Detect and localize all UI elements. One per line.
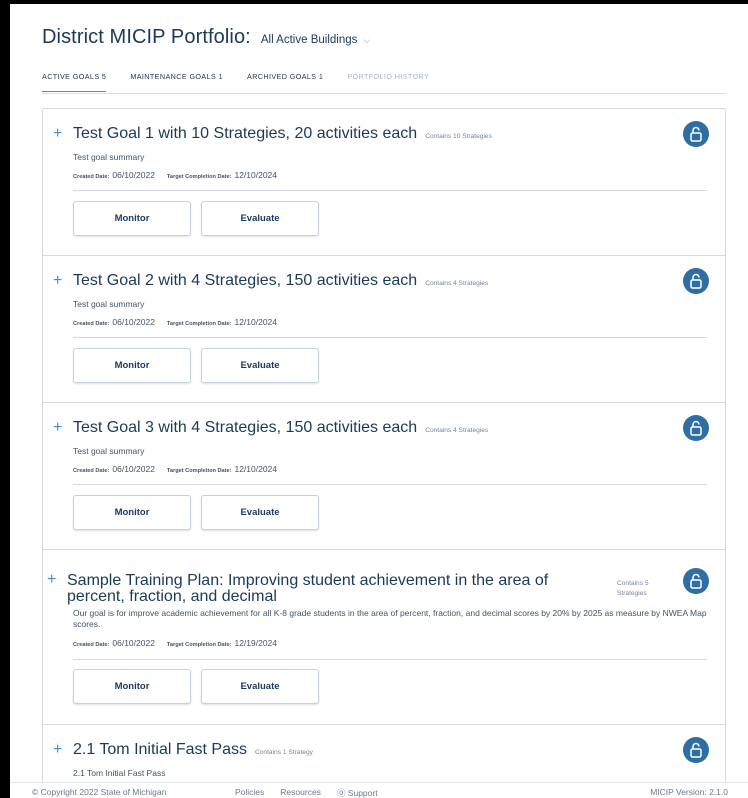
created-date-label: Created Date: bbox=[73, 174, 110, 180]
footer-links: Policies Resources ⓪ Support bbox=[235, 787, 394, 798]
goal-summary: Test goal summary bbox=[73, 446, 145, 456]
monitor-button[interactable]: Monitor bbox=[73, 669, 191, 704]
tab-divider bbox=[42, 93, 726, 94]
expand-plus-icon[interactable]: + bbox=[53, 273, 62, 289]
goal-card: + Test Goal 2 with 4 Strategies, 150 act… bbox=[43, 256, 725, 403]
unlock-icon[interactable] bbox=[683, 268, 709, 294]
tab-active-goals[interactable]: ACTIVE GOALS 5 bbox=[42, 72, 107, 92]
portfolio-page: District MICIP Portfolio: All Active Bui… bbox=[10, 4, 748, 798]
goal-summary: 2.1 Tom Initial Fast Pass bbox=[73, 768, 166, 778]
target-date-label: Target Completion Date: bbox=[166, 174, 232, 180]
goal-title[interactable]: Test Goal 3 with 4 Strategies, 150 activ… bbox=[73, 419, 488, 437]
evaluate-button[interactable]: Evaluate bbox=[201, 495, 319, 530]
evaluate-button[interactable]: Evaluate bbox=[201, 201, 319, 236]
goal-summary: Our goal is for improve academic achieve… bbox=[73, 608, 707, 629]
goal-dates: Created Date: 06/10/2022 Target Completi… bbox=[73, 317, 277, 327]
evaluate-button[interactable]: Evaluate bbox=[201, 348, 319, 383]
strategy-count: Contains 4 Strategies bbox=[425, 427, 489, 434]
target-date-label: Target Completion Date: bbox=[166, 642, 232, 648]
resources-link[interactable]: Resources bbox=[280, 787, 321, 798]
target-date-label: Target Completion Date: bbox=[166, 468, 232, 474]
target-date-value: 12/19/2024 bbox=[234, 638, 278, 648]
chevron-down-icon: ⌵ bbox=[363, 34, 371, 45]
created-date-value: 06/10/2022 bbox=[112, 170, 155, 180]
support-link[interactable]: ⓪ Support bbox=[337, 787, 378, 798]
monitor-button[interactable]: Monitor bbox=[73, 201, 191, 236]
goal-card: + Test Goal 1 with 10 Strategies, 20 act… bbox=[43, 109, 725, 256]
goal-title[interactable]: Test Goal 2 with 4 Strategies, 150 activ… bbox=[73, 272, 488, 290]
created-date-value: 06/10/2022 bbox=[112, 638, 155, 648]
unlock-icon[interactable] bbox=[683, 568, 709, 594]
tab-maintenance-goals[interactable]: MAINTENANCE GOALS 1 bbox=[130, 72, 223, 92]
expand-plus-icon[interactable]: + bbox=[53, 420, 62, 436]
goal-title-text: Test Goal 1 with 10 Strategies, 20 activ… bbox=[73, 125, 418, 142]
card-divider bbox=[73, 484, 707, 485]
strategy-count: Contains 1 Strategy bbox=[255, 749, 313, 756]
goal-dates: Created Date: 06/10/2022 Target Completi… bbox=[73, 638, 277, 648]
card-divider bbox=[73, 659, 707, 660]
building-select[interactable]: All Active Buildings ⌵ bbox=[261, 34, 370, 46]
created-date-label: Created Date: bbox=[73, 642, 110, 648]
goal-title-text: 2.1 Tom Initial Fast Pass bbox=[73, 741, 247, 758]
expand-plus-icon[interactable]: + bbox=[53, 742, 62, 758]
evaluate-button[interactable]: Evaluate bbox=[201, 669, 319, 704]
goal-card: + Sample Training Plan: Improving studen… bbox=[43, 550, 725, 725]
goal-title-text: Test Goal 2 with 4 Strategies, 150 activ… bbox=[73, 272, 418, 289]
goal-title[interactable]: Sample Training Plan: Improving student … bbox=[67, 573, 607, 605]
card-divider bbox=[73, 190, 707, 191]
target-date-label: Target Completion Date: bbox=[166, 321, 232, 327]
goal-dates: Created Date: 06/10/2022 Target Completi… bbox=[73, 464, 277, 474]
goal-card: + 2.1 Tom Initial Fast Pass Contains 1 St… bbox=[43, 725, 725, 785]
page-title: District MICIP Portfolio: bbox=[42, 26, 251, 48]
app-frame: District MICIP Portfolio: All Active Bui… bbox=[10, 4, 748, 798]
building-select-value: All Active Buildings bbox=[260, 34, 358, 46]
created-date-label: Created Date: bbox=[73, 468, 110, 474]
target-date-value: 12/10/2024 bbox=[234, 317, 278, 327]
goal-summary: Test goal summary bbox=[73, 152, 145, 162]
expand-plus-icon[interactable]: + bbox=[53, 126, 62, 142]
goal-dates: Created Date: 06/10/2022 Target Completi… bbox=[73, 170, 277, 180]
unlock-icon[interactable] bbox=[683, 121, 709, 147]
created-date-value: 06/10/2022 bbox=[112, 464, 155, 474]
strategy-count: Contains 10 Strategies bbox=[425, 133, 492, 140]
monitor-button[interactable]: Monitor bbox=[73, 348, 191, 383]
strategy-count: Contains 4 Strategies bbox=[425, 280, 489, 287]
created-date-value: 06/10/2022 bbox=[112, 317, 155, 327]
goal-title-text: Test Goal 3 with 4 Strategies, 150 activ… bbox=[73, 419, 418, 436]
target-date-value: 12/10/2024 bbox=[234, 464, 278, 474]
target-date-value: 12/10/2024 bbox=[234, 170, 278, 180]
card-divider bbox=[73, 337, 707, 338]
created-date-label: Created Date: bbox=[73, 321, 110, 327]
goal-title[interactable]: Test Goal 1 with 10 Strategies, 20 activ… bbox=[73, 125, 492, 143]
monitor-button[interactable]: Monitor bbox=[73, 495, 191, 530]
expand-plus-icon[interactable]: + bbox=[47, 572, 56, 588]
tab-archived-goals[interactable]: ARCHIVED GOALS 1 bbox=[247, 72, 323, 92]
policies-link[interactable]: Policies bbox=[235, 787, 264, 798]
goal-summary: Test goal summary bbox=[73, 299, 145, 309]
unlock-icon[interactable] bbox=[683, 415, 709, 441]
goal-card: + Test Goal 3 with 4 Strategies, 150 act… bbox=[43, 403, 725, 550]
tab-portfolio-history[interactable]: PORTFOLIO HISTORY bbox=[347, 72, 429, 92]
goal-tabs: ACTIVE GOALS 5 MAINTENANCE GOALS 1 ARCHI… bbox=[42, 72, 453, 92]
version-text: MICIP Version: 2.1.0 bbox=[650, 787, 728, 797]
goal-list: + Test Goal 1 with 10 Strategies, 20 act… bbox=[42, 108, 726, 785]
page-footer: © Copyright 2022 State of Michigan Polic… bbox=[10, 782, 748, 798]
copyright-text: © Copyright 2022 State of Michigan bbox=[32, 787, 167, 797]
goal-title[interactable]: 2.1 Tom Initial Fast Pass Contains 1 Stra… bbox=[73, 741, 313, 759]
page-header: District MICIP Portfolio: All Active Bui… bbox=[42, 26, 370, 49]
unlock-icon[interactable] bbox=[683, 737, 709, 763]
strategy-count: Contains 5 Strategies bbox=[617, 580, 649, 597]
